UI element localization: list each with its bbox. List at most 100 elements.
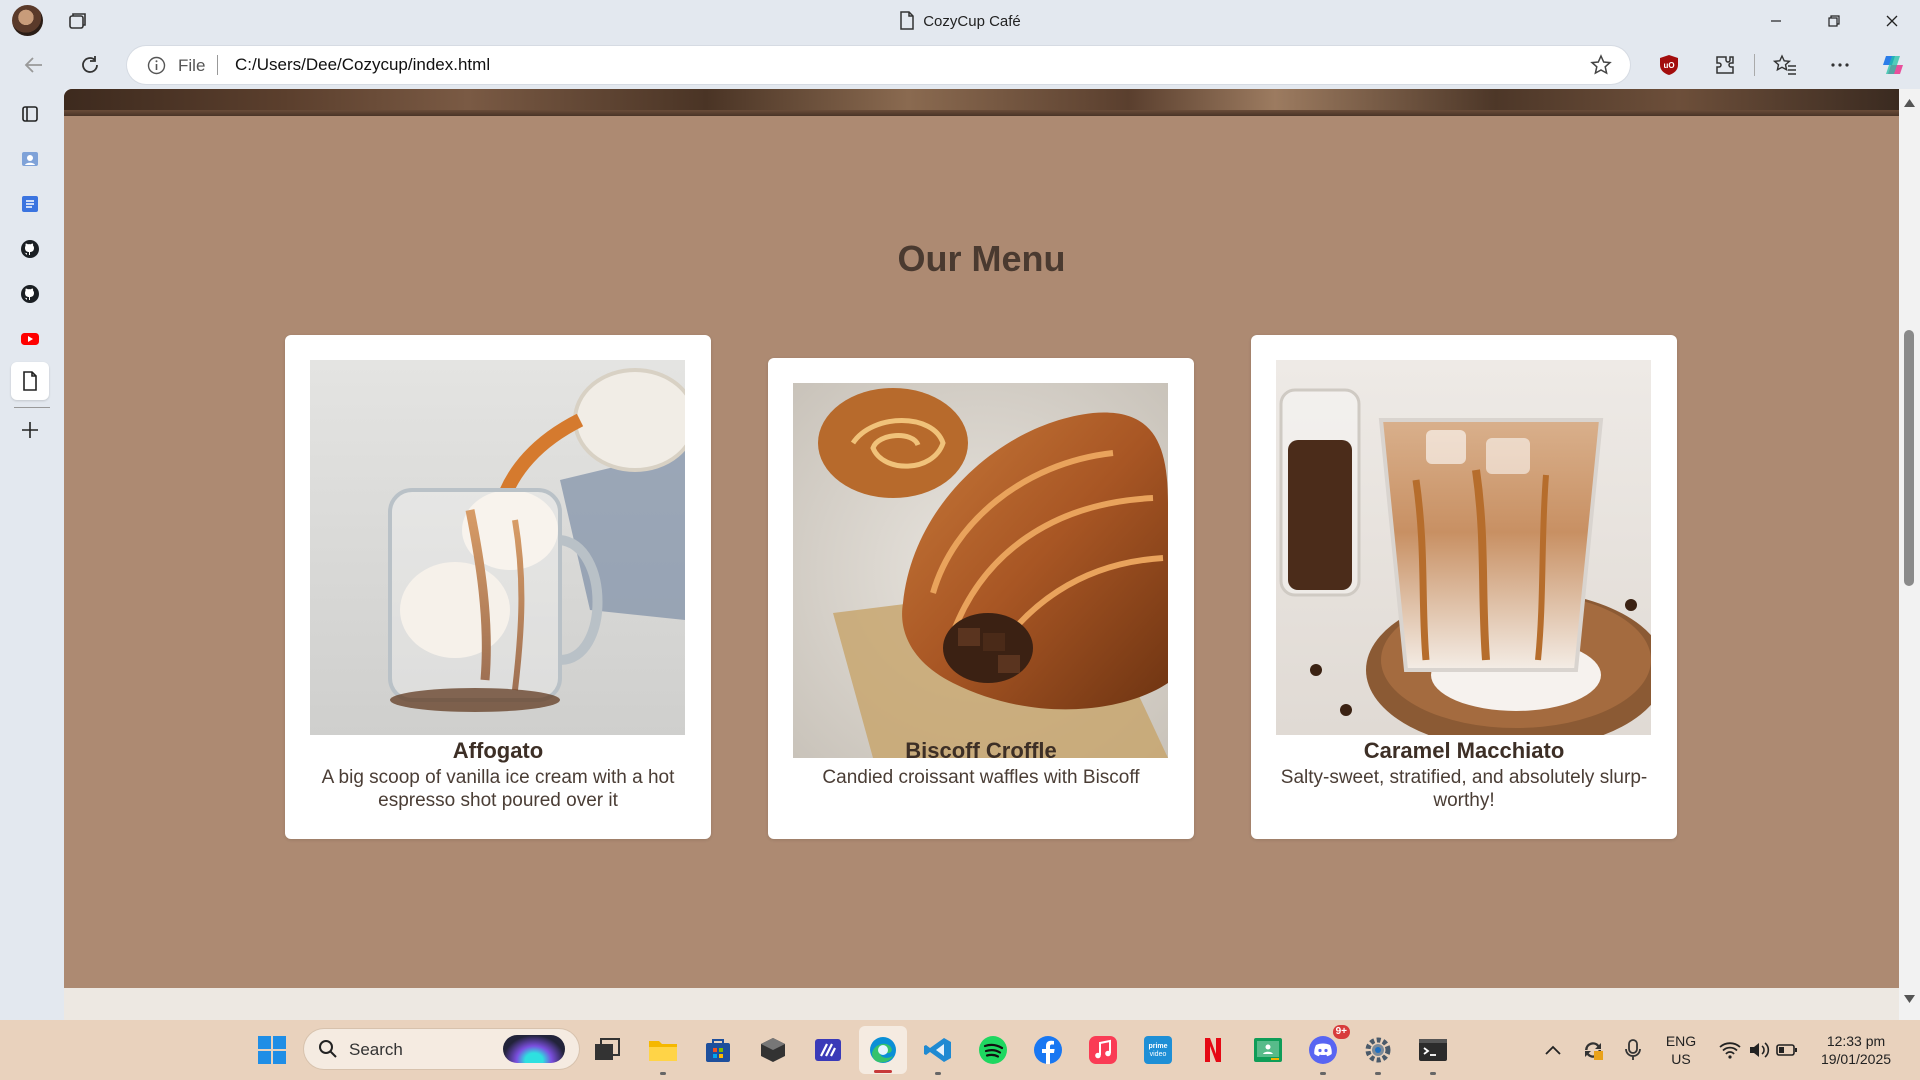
taskbar: Search prime video 9+ ENG US 12:33 pm 19… <box>0 1020 1920 1080</box>
menu-card-affogato: Affogato A big scoop of vanilla ice crea… <box>285 335 711 839</box>
file-icon <box>23 371 37 391</box>
window-title: CozyCup Café <box>0 11 1920 30</box>
scroll-down-icon[interactable] <box>1904 995 1915 1003</box>
more-menu-icon[interactable] <box>1826 51 1854 79</box>
tray-network-volume-battery[interactable] <box>1713 1033 1803 1067</box>
vscode-icon <box>924 1038 951 1062</box>
clock-date: 19/01/2025 <box>1820 1051 1892 1067</box>
search-icon <box>319 1040 337 1058</box>
page-viewport: Our Menu Affogato A big scoop of vanilla… <box>64 89 1899 1020</box>
taskbar-app-cube[interactable] <box>756 1033 790 1067</box>
windows-start-button[interactable] <box>255 1033 289 1067</box>
restore-button[interactable] <box>1806 0 1862 41</box>
site-info-icon[interactable] <box>147 56 166 75</box>
favorites-icon[interactable] <box>1771 51 1799 79</box>
file-explorer-icon <box>649 1041 677 1061</box>
edge-icon <box>870 1037 896 1063</box>
menu-heading: Our Menu <box>897 238 1066 279</box>
taskbar-google-classroom[interactable] <box>1251 1033 1285 1067</box>
scroll-up-icon[interactable] <box>1904 99 1915 107</box>
terminal-icon <box>1419 1039 1447 1061</box>
address-bar[interactable]: File C:/Users/Dee/Cozycup/index.html <box>127 46 1630 84</box>
chevron-up-icon <box>1545 1045 1561 1055</box>
item-description: Candied croissant waffles with Biscoff <box>822 767 1140 788</box>
sidebar-github-1[interactable] <box>14 233 46 265</box>
sidebar-contacts[interactable] <box>14 143 46 175</box>
microsoft-store-icon <box>706 1039 730 1062</box>
discord-notification-badge: 9+ <box>1332 1025 1350 1039</box>
add-icon <box>22 422 38 438</box>
taskbar-netflix[interactable] <box>1196 1033 1230 1067</box>
item-name: Biscoff Croffle <box>905 738 1057 763</box>
minimize-button[interactable] <box>1748 0 1804 41</box>
taskbar-edge[interactable] <box>859 1026 907 1074</box>
task-view-button[interactable] <box>590 1033 624 1067</box>
volume-icon <box>1750 1042 1770 1058</box>
github-icon <box>21 240 39 258</box>
refresh-button[interactable] <box>76 51 104 79</box>
hero-image-bottom <box>64 89 1899 116</box>
docs-icon <box>22 196 38 212</box>
page-scrollbar[interactable] <box>1899 89 1920 1020</box>
taskbar-facebook[interactable] <box>1031 1033 1065 1067</box>
ublock-extension-icon[interactable]: uO <box>1655 51 1683 79</box>
address-scheme: File <box>178 56 206 75</box>
contacts-icon <box>22 152 38 166</box>
taskbar-terminal[interactable] <box>1416 1033 1450 1075</box>
apple-music-icon <box>1089 1036 1117 1064</box>
prime-video-icon: primevideo <box>1144 1036 1172 1064</box>
taskbar-vscode[interactable] <box>921 1033 955 1075</box>
menu-card-caramel-macchiato: Caramel Macchiato Salty-sweet, stratifie… <box>1251 335 1677 839</box>
item-description: A big scoop of vanilla ice cream with a … <box>321 767 675 811</box>
tray-microphone-button[interactable] <box>1616 1033 1650 1067</box>
back-button[interactable] <box>20 51 48 79</box>
wifi-icon <box>1719 1042 1741 1059</box>
taskbar-visual-studio[interactable] <box>811 1033 845 1067</box>
sidebar-docs[interactable] <box>14 188 46 220</box>
taskbar-microsoft-store[interactable] <box>701 1033 735 1067</box>
sidebar-add[interactable] <box>14 414 46 446</box>
search-highlight-art <box>503 1035 565 1063</box>
taskbar-settings[interactable] <box>1361 1033 1395 1075</box>
browser-toolbar: File C:/Users/Dee/Cozycup/index.html uO <box>0 41 1920 89</box>
facebook-icon <box>1034 1036 1062 1064</box>
task-view-icon <box>595 1038 620 1060</box>
discord-icon <box>1309 1036 1337 1064</box>
favorite-star-icon[interactable] <box>1590 54 1612 76</box>
youtube-icon <box>21 333 39 345</box>
caramel-macchiato-photo <box>1276 360 1651 735</box>
page-file-icon <box>900 11 914 30</box>
extensions-icon[interactable] <box>1711 51 1739 79</box>
google-classroom-icon <box>1254 1038 1282 1062</box>
copilot-icon[interactable] <box>1879 51 1907 79</box>
sidebar-github-2[interactable] <box>14 278 46 310</box>
tray-overflow-button[interactable] <box>1536 1033 1570 1067</box>
item-description: Salty-sweet, stratified, and absolutely … <box>1280 767 1648 811</box>
biscoff-croffle-photo <box>793 383 1168 758</box>
sidebar-file[interactable] <box>11 362 49 400</box>
taskbar-search[interactable]: Search <box>304 1029 579 1069</box>
sync-icon <box>1585 1042 1603 1060</box>
taskbar-discord[interactable]: 9+ <box>1306 1025 1350 1075</box>
language-code: ENG <box>1665 1033 1697 1049</box>
sidebar-tabs[interactable] <box>14 98 46 130</box>
settings-icon <box>1365 1037 1391 1063</box>
tab-title: CozyCup Café <box>923 13 1021 30</box>
sidebar-youtube[interactable] <box>14 323 46 355</box>
title-bar: CozyCup Café <box>0 0 1920 41</box>
scrollbar-thumb[interactable] <box>1904 330 1914 586</box>
toolbar-divider <box>1754 54 1755 76</box>
clock[interactable]: 12:33 pm 19/01/2025 <box>1812 1032 1900 1068</box>
item-name: Affogato <box>452 738 544 763</box>
affogato-photo <box>310 360 685 735</box>
item-name: Caramel Macchiato <box>1363 738 1565 763</box>
menu-card-biscoff-croffle: Biscoff Croffle Candied croissant waffle… <box>768 358 1194 839</box>
taskbar-spotify[interactable] <box>976 1033 1010 1067</box>
address-url[interactable]: C:/Users/Dee/Cozycup/index.html <box>235 55 490 75</box>
language-indicator[interactable]: ENG US <box>1662 1032 1700 1068</box>
taskbar-file-explorer[interactable] <box>646 1033 680 1075</box>
tray-sync-button[interactable] <box>1576 1033 1610 1067</box>
close-button[interactable] <box>1864 0 1920 41</box>
taskbar-apple-music[interactable] <box>1086 1033 1120 1067</box>
taskbar-prime-video[interactable]: prime video <box>1141 1033 1175 1067</box>
